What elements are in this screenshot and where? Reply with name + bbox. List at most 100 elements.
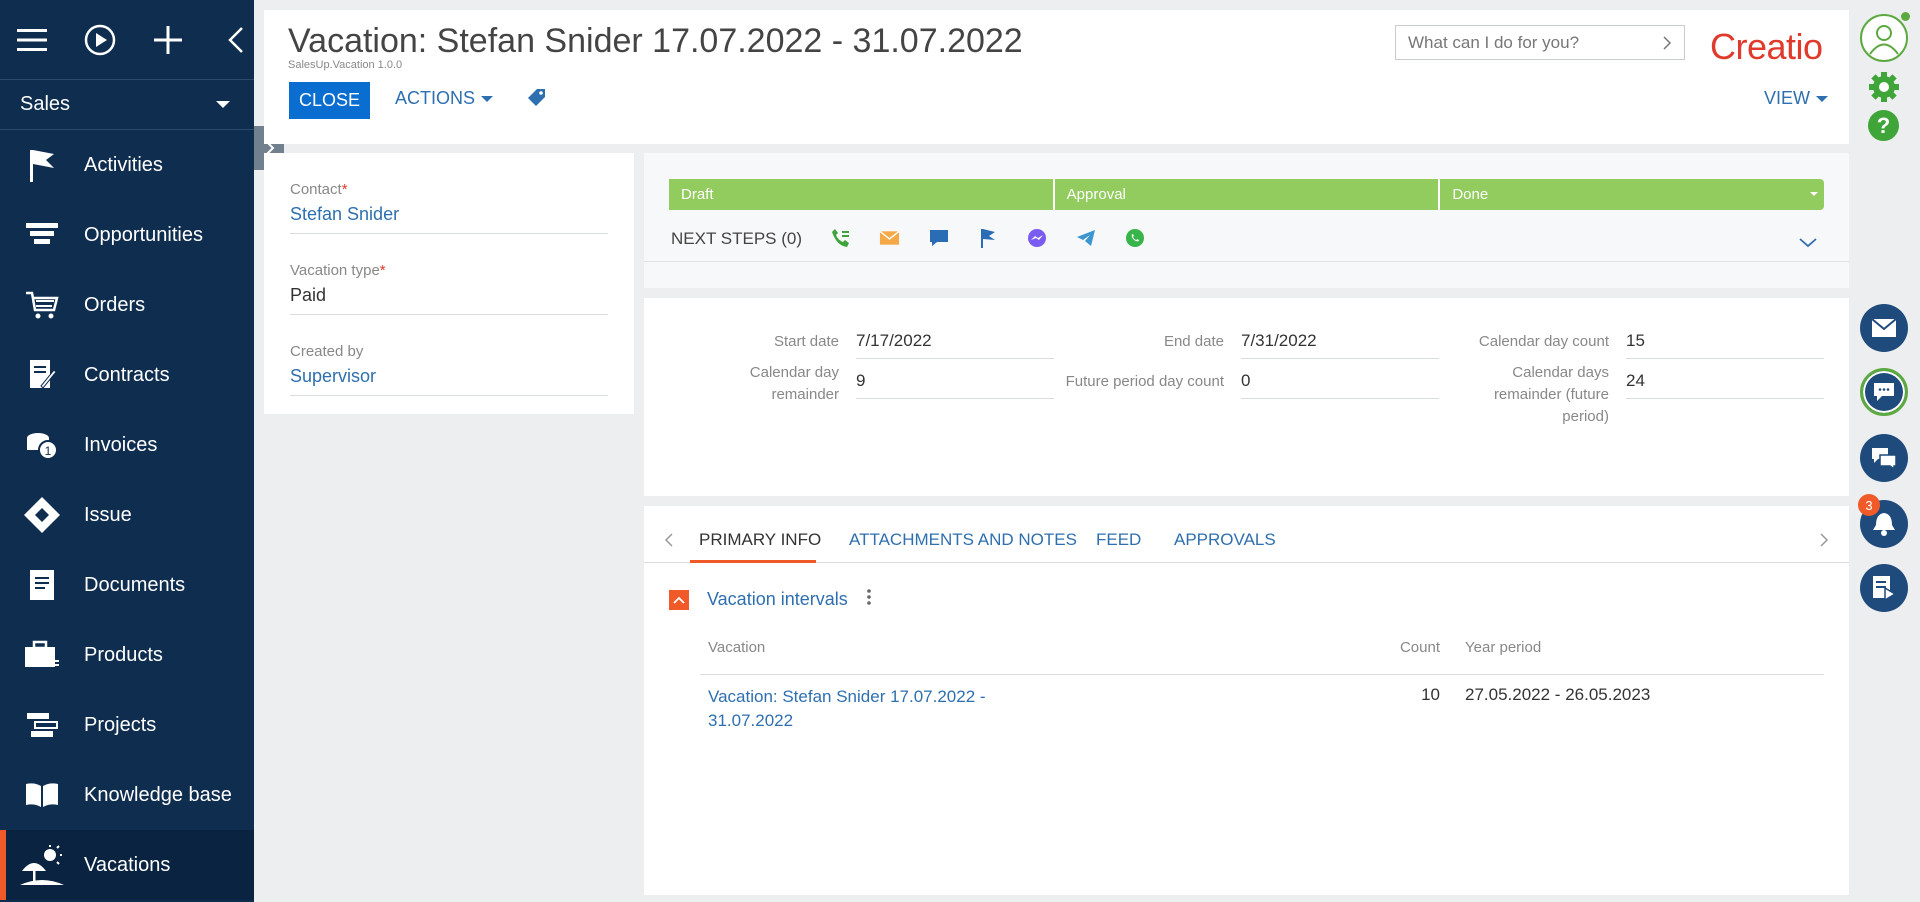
user-avatar[interactable]: [1860, 14, 1908, 62]
email-icon[interactable]: [879, 227, 900, 248]
sidebar-item-projects[interactable]: Projects: [0, 690, 254, 760]
quick-actions: [830, 227, 1145, 248]
contact-field: Contact* Stefan Snider: [290, 153, 608, 234]
more-options-icon[interactable]: [866, 588, 872, 611]
command-search-input[interactable]: What can I do for you?: [1395, 25, 1685, 60]
add-icon[interactable]: [152, 24, 184, 56]
messenger-icon[interactable]: [1026, 227, 1047, 248]
whatsapp-icon[interactable]: [1124, 227, 1145, 248]
chat-panel-button[interactable]: [1860, 368, 1908, 416]
vacation-type-value[interactable]: Paid: [290, 285, 608, 315]
column-count[interactable]: Count: [1380, 639, 1440, 656]
vacation-intervals-title[interactable]: Vacation intervals: [707, 589, 848, 610]
help-icon[interactable]: ?: [1868, 110, 1899, 141]
notifications-button[interactable]: 3: [1858, 494, 1908, 548]
collapse-back-icon[interactable]: [220, 24, 252, 56]
close-button[interactable]: CLOSE: [289, 82, 370, 119]
tab-approvals[interactable]: APPROVALS: [1174, 530, 1276, 550]
stage-draft[interactable]: Draft: [669, 179, 1053, 210]
sidebar-item-invoices[interactable]: 1 Invoices: [0, 410, 254, 480]
row-vacation-link[interactable]: Vacation: Stefan Snider 17.07.2022 - 31.…: [700, 685, 1380, 733]
gear-icon[interactable]: [1868, 71, 1900, 108]
workspace-selector[interactable]: Sales: [0, 80, 254, 130]
telegram-icon[interactable]: [1075, 227, 1096, 248]
flag-icon[interactable]: [977, 227, 998, 248]
created-by-label: Created by: [290, 343, 364, 360]
created-by-value[interactable]: Supervisor: [290, 366, 608, 396]
message-icon[interactable]: [928, 227, 949, 248]
communication-panel: ? 3: [1857, 0, 1920, 902]
start-date-label: Start date: [773, 333, 839, 350]
sidebar-item-activities[interactable]: Activities: [0, 130, 254, 200]
workspace-label: Sales: [20, 93, 71, 115]
sidebar-item-label: Orders: [84, 293, 146, 316]
tab-scroll-right-icon[interactable]: [1819, 532, 1829, 553]
future-remainder-value[interactable]: 24: [1626, 371, 1824, 399]
contact-value[interactable]: Stefan Snider: [290, 204, 608, 234]
sidebar-item-label: Projects: [84, 713, 157, 736]
sidebar-item-opportunities[interactable]: Opportunities: [0, 200, 254, 270]
feed-panel-button[interactable]: [1860, 434, 1908, 482]
svg-text:1: 1: [45, 444, 52, 458]
view-label: VIEW: [1764, 88, 1811, 108]
tab-feed[interactable]: FEED: [1096, 530, 1141, 550]
end-date-value[interactable]: 7/31/2022: [1241, 331, 1439, 359]
actions-button[interactable]: ACTIONS: [395, 88, 494, 109]
column-year-period[interactable]: Year period: [1440, 639, 1824, 656]
envelope-icon: [1871, 318, 1897, 337]
tab-attachments-and-notes[interactable]: ATTACHMENTS AND NOTES: [849, 530, 1077, 550]
package-caption: SalesUp.Vacation 1.0.0: [288, 59, 403, 71]
row-count: 10: [1421, 685, 1440, 704]
process-play-icon[interactable]: [84, 24, 116, 56]
coins-icon: 1: [0, 430, 84, 460]
future-period-day-count-value[interactable]: 0: [1241, 371, 1439, 399]
actions-label: ACTIONS: [395, 88, 476, 108]
stage-approval[interactable]: Approval: [1052, 179, 1439, 210]
tab-scroll-left-icon[interactable]: [664, 532, 674, 553]
sidebar-item-label: Vacations: [84, 853, 171, 876]
dates-panel: Start date 7/17/2022 End date 7/31/2022 …: [644, 298, 1849, 496]
expand-next-steps-icon[interactable]: [1799, 235, 1817, 253]
chat-icon: [1874, 383, 1894, 401]
sidebar-item-knowledge-base[interactable]: Knowledge base: [0, 760, 254, 830]
created-by-field: Created by Supervisor: [290, 315, 608, 396]
bell-icon: [1873, 513, 1895, 536]
view-button[interactable]: VIEW: [1764, 88, 1829, 109]
funnel-icon: [0, 221, 84, 249]
calendar-day-count-label: Calendar day count: [1478, 333, 1609, 350]
tab-primary-info[interactable]: PRIMARY INFO: [699, 530, 821, 550]
call-icon[interactable]: [830, 227, 851, 248]
sidebar-item-contracts[interactable]: Contracts: [0, 340, 254, 410]
vacation-type-label: Vacation type: [290, 262, 380, 279]
sidebar-item-vacations[interactable]: Vacations: [0, 830, 254, 900]
projects-icon: [0, 711, 84, 739]
column-vacation[interactable]: Vacation: [700, 639, 1380, 656]
process-panel-button[interactable]: [1860, 564, 1908, 612]
sidebar-item-orders[interactable]: Orders: [0, 270, 254, 340]
sidebar-item-documents[interactable]: Documents: [0, 550, 254, 620]
sidebar-item-label: Opportunities: [84, 223, 203, 246]
start-date-value[interactable]: 7/17/2022: [856, 331, 1054, 359]
stage-done[interactable]: Done: [1438, 179, 1825, 210]
sidebar-item-products[interactable]: Products: [0, 620, 254, 690]
notification-count-badge: 3: [1858, 494, 1880, 516]
sidebar-nav: Activities Opportunities Orders Contract…: [0, 130, 254, 900]
sidebar-item-label: Products: [84, 643, 163, 666]
calendar-day-remainder-value[interactable]: 9: [856, 371, 1054, 399]
grid-header: Vacation Count Year period: [700, 639, 1824, 675]
tag-icon[interactable]: [527, 88, 547, 113]
sidebar-item-label: Documents: [84, 573, 186, 596]
sidebar-item-label: Issue: [84, 503, 132, 526]
conversation-icon: [1872, 448, 1897, 469]
hamburger-menu-icon[interactable]: [16, 24, 48, 56]
email-panel-button[interactable]: [1860, 304, 1908, 352]
stage-panel: Draft Approval Done NEXT STEPS (0): [644, 153, 1849, 288]
briefcase-icon: [0, 640, 84, 670]
sidebar-item-issue[interactable]: Issue: [0, 480, 254, 550]
next-steps-label[interactable]: NEXT STEPS (0): [671, 229, 802, 249]
future-period-day-count-label: Future period day count: [1065, 373, 1224, 390]
table-row[interactable]: Vacation: Stefan Snider 17.07.2022 - 31.…: [700, 675, 1824, 733]
search-placeholder: What can I do for you?: [1408, 32, 1580, 52]
calendar-day-count-value[interactable]: 15: [1626, 331, 1824, 359]
collapse-group-button[interactable]: [669, 589, 689, 610]
